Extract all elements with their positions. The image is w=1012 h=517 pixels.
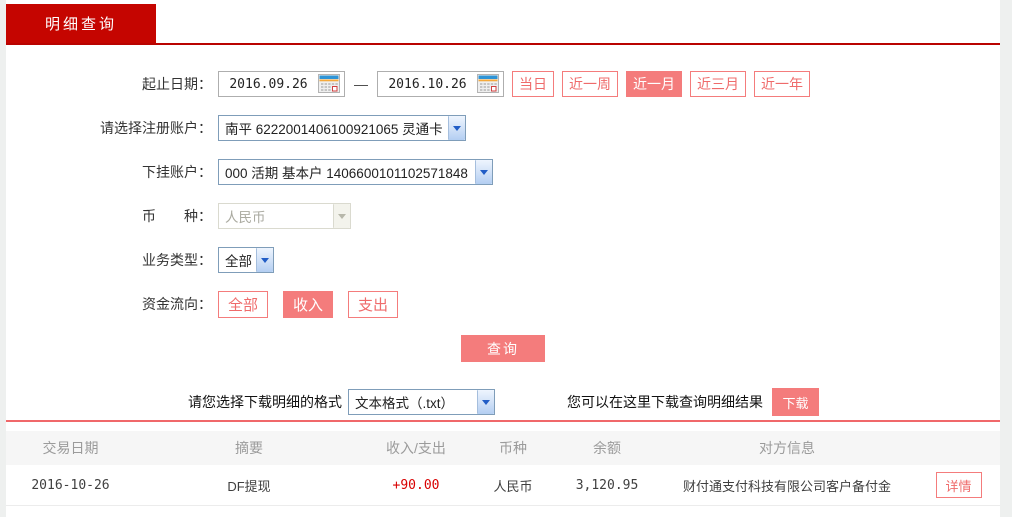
date-range-separator: — [354, 76, 368, 92]
registered-account-row: 请选择注册账户： 南平 6222001406100921065 灵通卡 [6, 115, 1000, 141]
chevron-down-icon [333, 204, 350, 228]
table-header-row: 交易日期 摘要 收入/支出 币种 余额 对方信息 [6, 431, 1000, 465]
column-header-summary: 摘要 [235, 440, 263, 456]
column-header-amount: 收入/支出 [386, 440, 446, 456]
tab-detail-query[interactable]: 明细查询 [6, 4, 156, 43]
detail-query-page: 明细查询 起止日期： 2016.09.26 — 2016.10.26 当日 近一… [6, 0, 1000, 517]
end-date-calendar-icon[interactable] [477, 73, 501, 95]
query-form: 起止日期： 2016.09.26 — 2016.10.26 当日 近一周 近一月… [6, 45, 1000, 416]
business-type-row: 业务类型： 全部 [6, 247, 1000, 273]
chevron-down-icon[interactable] [475, 160, 492, 184]
currency-label: 币 种： [142, 208, 212, 224]
quick-range-year-button[interactable]: 近一年 [754, 71, 810, 97]
download-format-select[interactable]: 文本格式（.txt） [348, 389, 495, 415]
date-range-label: 起止日期： [142, 76, 212, 92]
end-date-input[interactable]: 2016.10.26 [377, 71, 504, 97]
chevron-down-icon[interactable] [448, 116, 465, 140]
column-header-currency: 币种 [499, 440, 527, 456]
tab-label: 明细查询 [44, 16, 117, 33]
sub-account-select[interactable]: 000 活期 基本户 1406600101102571848 [218, 159, 493, 185]
registered-account-label: 请选择注册账户： [100, 120, 212, 136]
cell-summary: DF提现 [227, 478, 271, 494]
cell-currency: 人民币 [493, 478, 533, 494]
detail-button[interactable]: 详情 [935, 472, 982, 498]
date-range-row: 起止日期： 2016.09.26 — 2016.10.26 当日 近一周 近一月… [6, 71, 1000, 97]
business-type-select[interactable]: 全部 [218, 247, 274, 273]
download-format-value: 文本格式（.txt） [355, 396, 455, 411]
currency-value: 人民币 [225, 210, 266, 225]
cell-amount: +90.00 [392, 477, 440, 493]
column-header-date: 交易日期 [42, 440, 99, 456]
chevron-down-icon[interactable] [256, 248, 273, 272]
fund-flow-label: 资金流向： [142, 296, 212, 312]
fund-flow-expense-button[interactable]: 支出 [348, 290, 399, 318]
fund-flow-income-button[interactable]: 收入 [283, 290, 334, 318]
start-date-value: 2016.09.26 [229, 76, 308, 92]
cell-action: 详情 [917, 472, 1000, 498]
currency-select: 人民币 [218, 203, 351, 229]
table-row: 2016-10-26 DF提现 +90.00 人民币 3,120.95 财付通支… [6, 465, 1000, 506]
cell-balance: 3,120.95 [575, 477, 639, 493]
download-format-label: 请您选择下载明细的格式 [188, 394, 342, 410]
tab-bar: 明细查询 [6, 0, 1000, 45]
end-date-value: 2016.10.26 [388, 76, 467, 92]
business-type-label: 业务类型： [142, 252, 212, 268]
table-top-divider [6, 420, 1000, 422]
sub-account-row: 下挂账户： 000 活期 基本户 1406600101102571848 [6, 159, 1000, 185]
sub-account-value: 000 活期 基本户 1406600101102571848 [225, 166, 468, 181]
chevron-down-icon[interactable] [477, 390, 494, 414]
column-header-balance: 余额 [593, 440, 621, 456]
quick-range-today-button[interactable]: 当日 [512, 71, 554, 97]
fund-flow-row: 资金流向： 全部 收入 支出 [6, 290, 1000, 318]
column-header-counterparty: 对方信息 [759, 440, 815, 456]
download-row: 请您选择下载明细的格式 文本格式（.txt） 您可以在这里下载查询明细结果 下载 [188, 388, 1000, 416]
cell-transaction-date: 2016-10-26 [31, 477, 110, 493]
cell-counterparty: 财付通支付科技有限公司客户备付金 [682, 478, 891, 494]
currency-row: 币 种： 人民币 [6, 203, 1000, 229]
registered-account-select[interactable]: 南平 6222001406100921065 灵通卡 [218, 115, 466, 141]
business-type-value: 全部 [225, 254, 252, 269]
fund-flow-all-button[interactable]: 全部 [218, 290, 269, 318]
quick-range-week-button[interactable]: 近一周 [562, 71, 618, 97]
download-button[interactable]: 下载 [772, 388, 819, 416]
quick-range-quarter-button[interactable]: 近三月 [690, 71, 746, 97]
download-hint: 您可以在这里下载查询明细结果 [567, 394, 763, 410]
start-date-input[interactable]: 2016.09.26 [218, 71, 345, 97]
query-button[interactable]: 查询 [461, 335, 545, 362]
registered-account-value: 南平 6222001406100921065 灵通卡 [225, 122, 443, 137]
start-date-calendar-icon[interactable] [318, 73, 342, 95]
quick-range-month-button[interactable]: 近一月 [626, 71, 682, 97]
sub-account-label: 下挂账户： [142, 164, 212, 180]
